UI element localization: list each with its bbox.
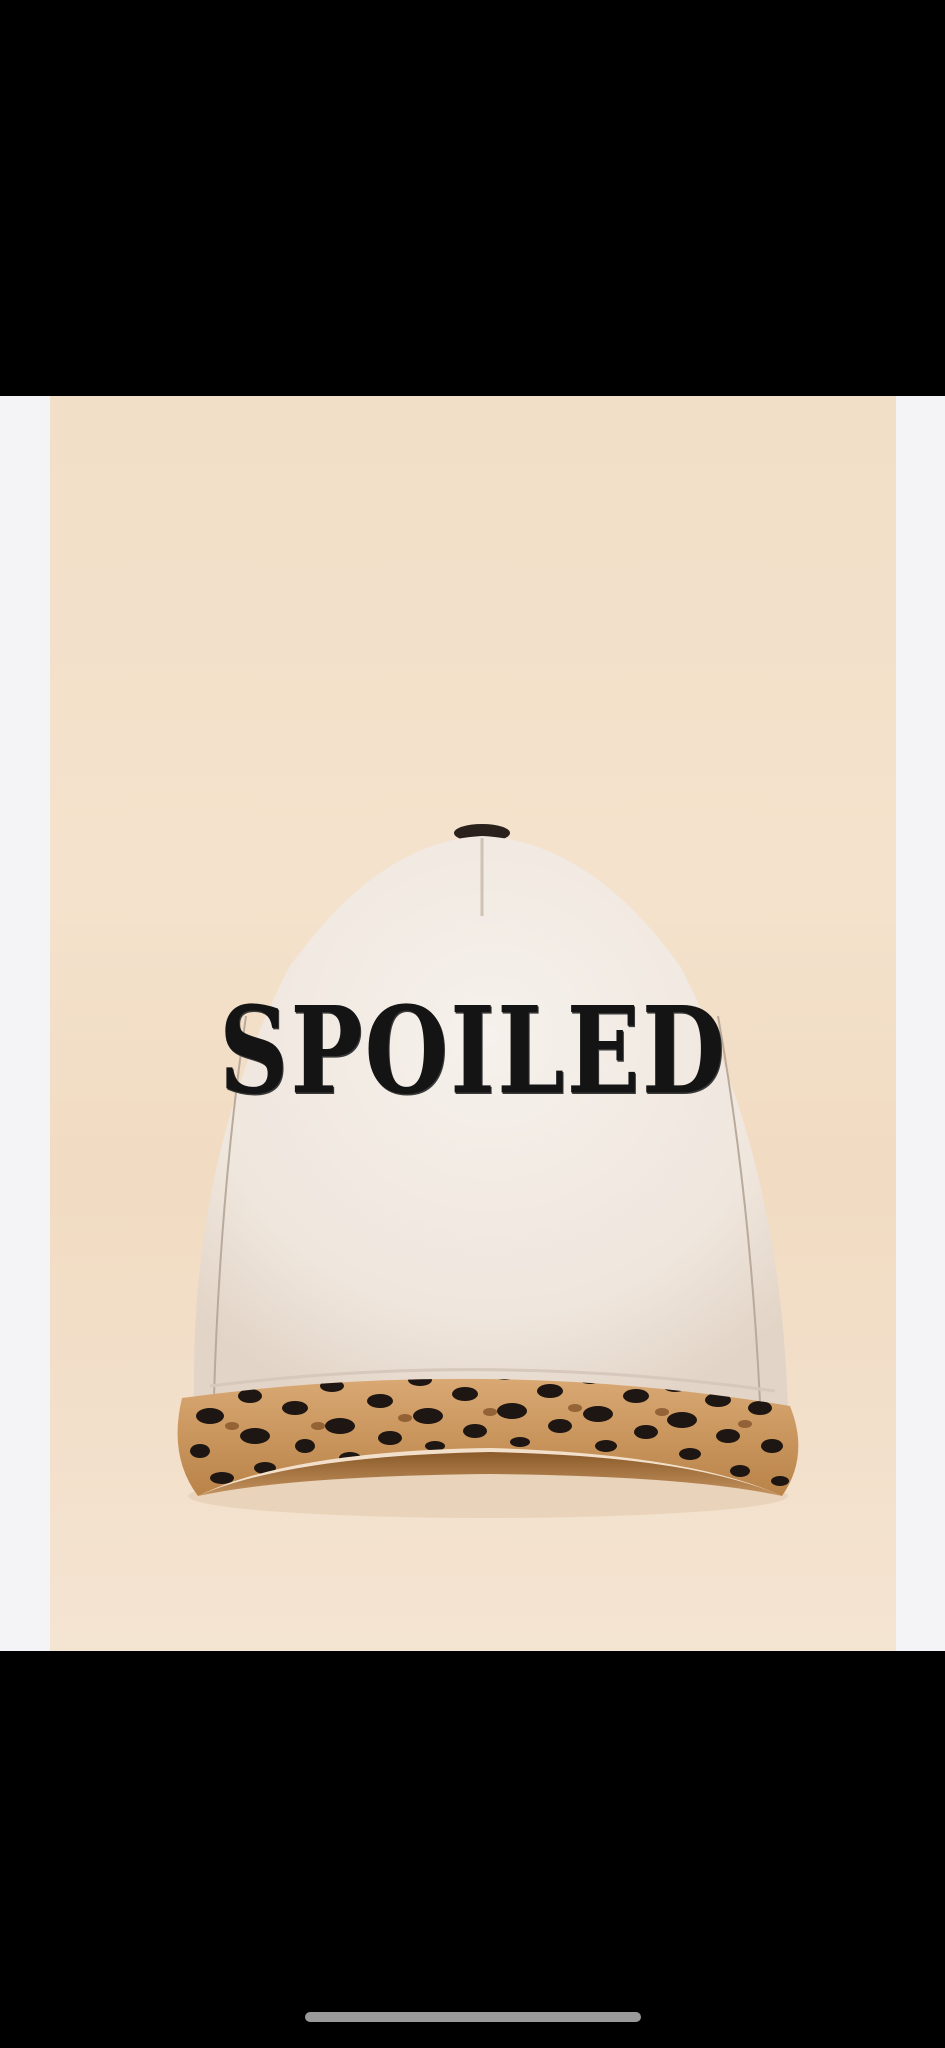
screen: SPOILED [0, 0, 945, 2048]
home-indicator-icon[interactable] [305, 2012, 641, 2022]
cap-crown [193, 836, 788, 1408]
product-photo[interactable]: SPOILED [50, 396, 896, 1651]
embroidered-text: SPOILED [219, 980, 727, 1122]
top-black-bar [0, 0, 945, 396]
bottom-black-bar [0, 1651, 945, 2048]
media-frame[interactable]: SPOILED [0, 396, 945, 1651]
